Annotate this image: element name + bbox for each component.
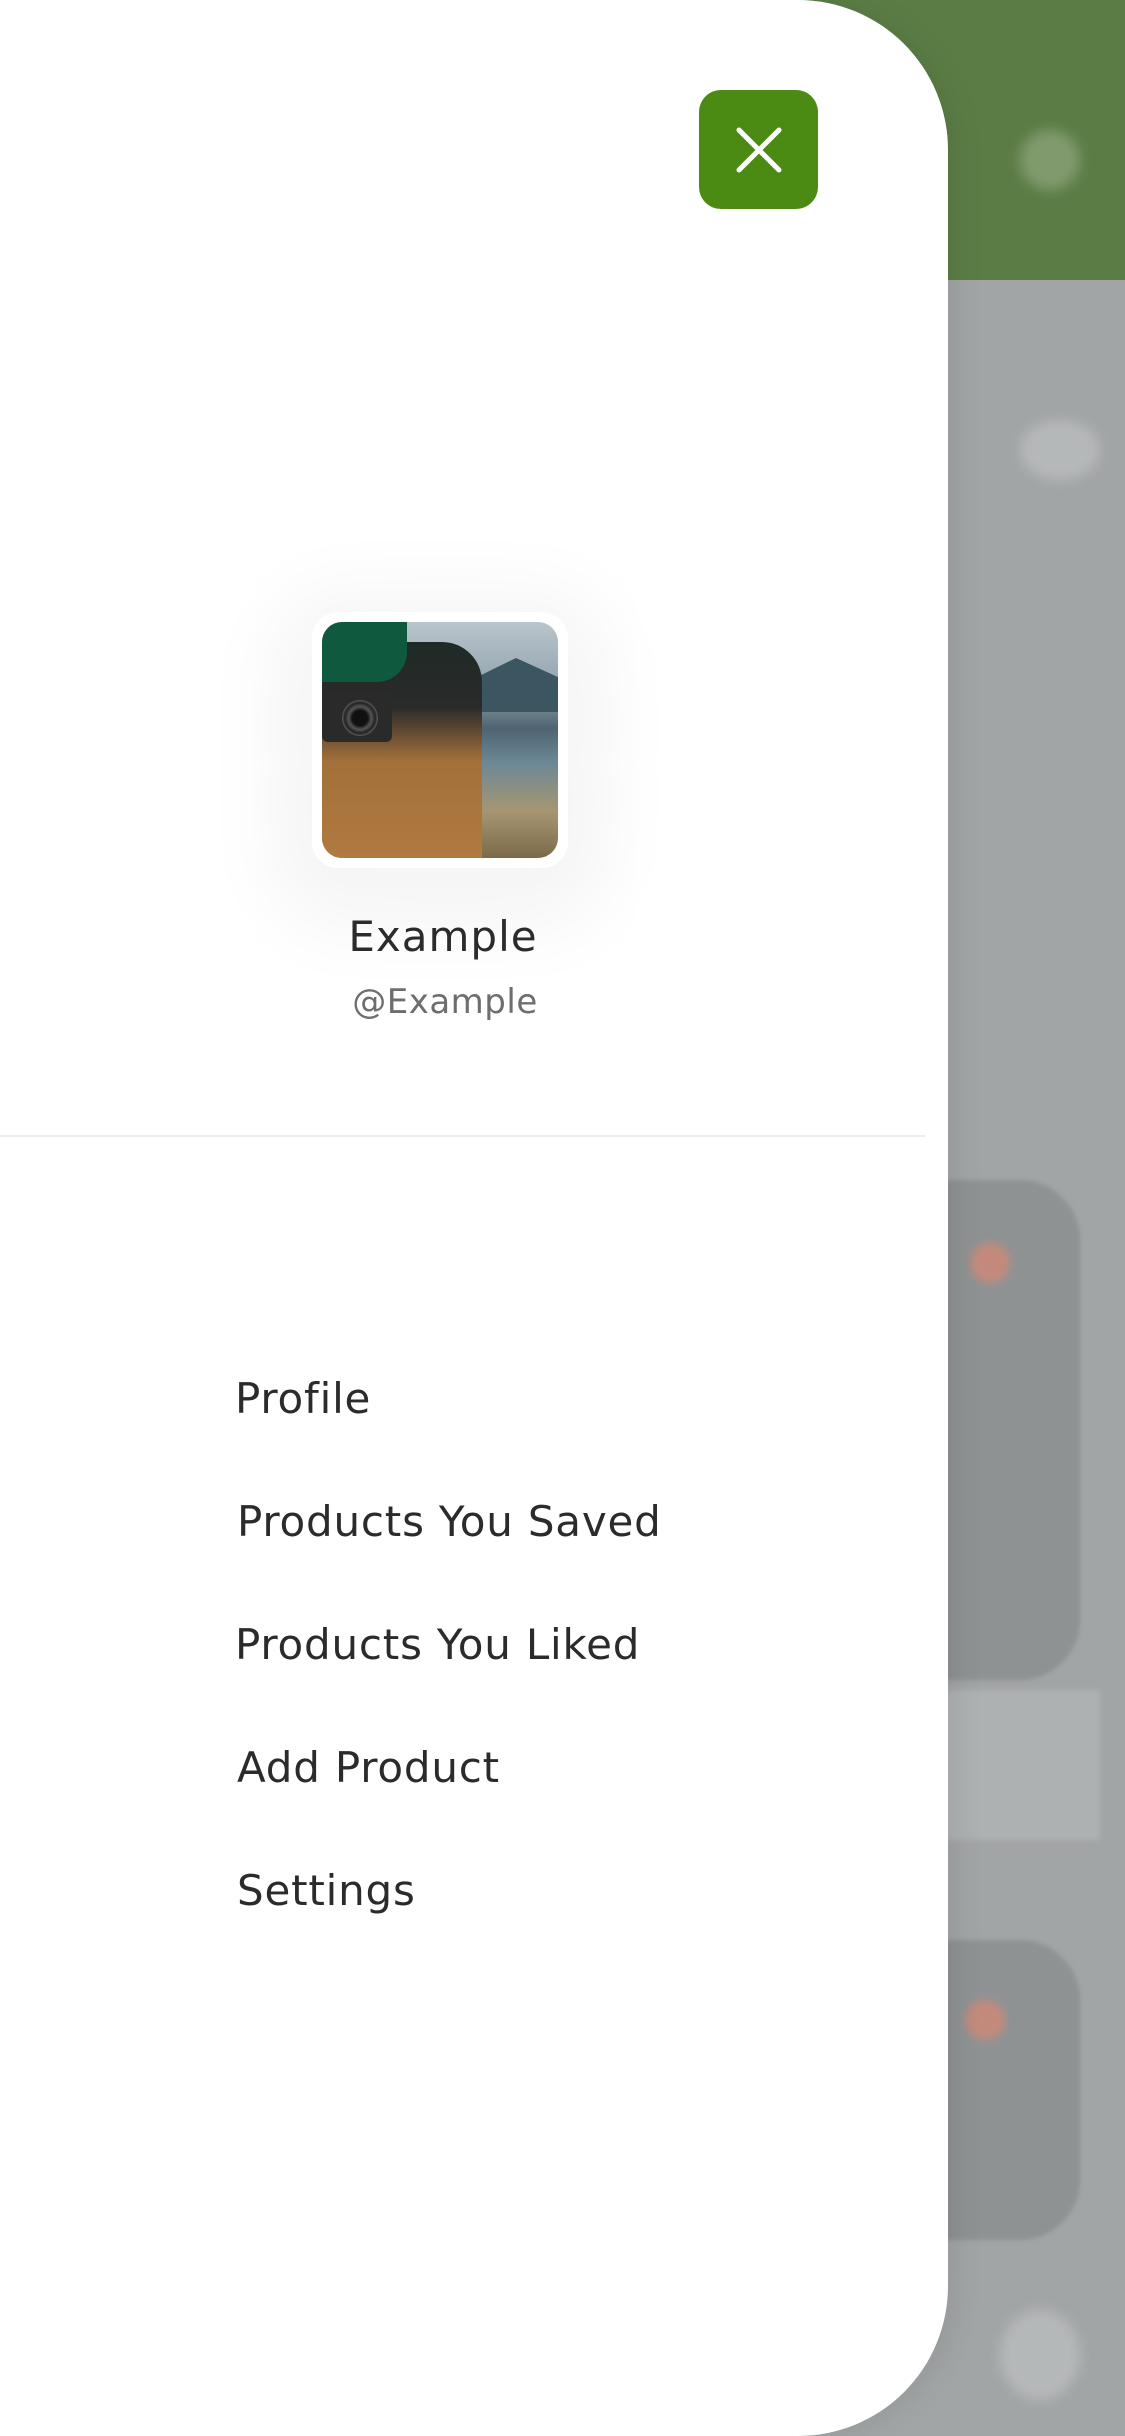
heart-icon (970, 1243, 1010, 1283)
divider (0, 1135, 925, 1137)
background-filter-icon (1020, 420, 1100, 480)
background-nav-icon (1000, 2310, 1080, 2400)
avatar-photo-hat (322, 622, 407, 682)
close-button[interactable] (699, 90, 818, 209)
menu-item-products-saved[interactable]: Products You Saved (237, 1497, 662, 1546)
background-header-icon (1020, 130, 1080, 190)
menu-item-settings[interactable]: Settings (237, 1866, 416, 1915)
avatar[interactable] (312, 612, 568, 868)
background-card-footer (940, 1690, 1100, 1840)
avatar-photo (322, 622, 558, 858)
side-drawer: Example @Example Profile Products You Sa… (0, 0, 948, 2436)
heart-icon (965, 2000, 1005, 2040)
user-handle: @Example (352, 982, 538, 1022)
app-screen: Example @Example Profile Products You Sa… (0, 0, 1125, 2436)
menu-item-profile[interactable]: Profile (235, 1374, 371, 1423)
close-icon (736, 127, 781, 172)
menu-item-products-liked[interactable]: Products You Liked (235, 1620, 640, 1669)
menu-item-add-product[interactable]: Add Product (237, 1743, 500, 1792)
avatar-photo-lens (342, 700, 378, 736)
user-name: Example (348, 912, 538, 961)
